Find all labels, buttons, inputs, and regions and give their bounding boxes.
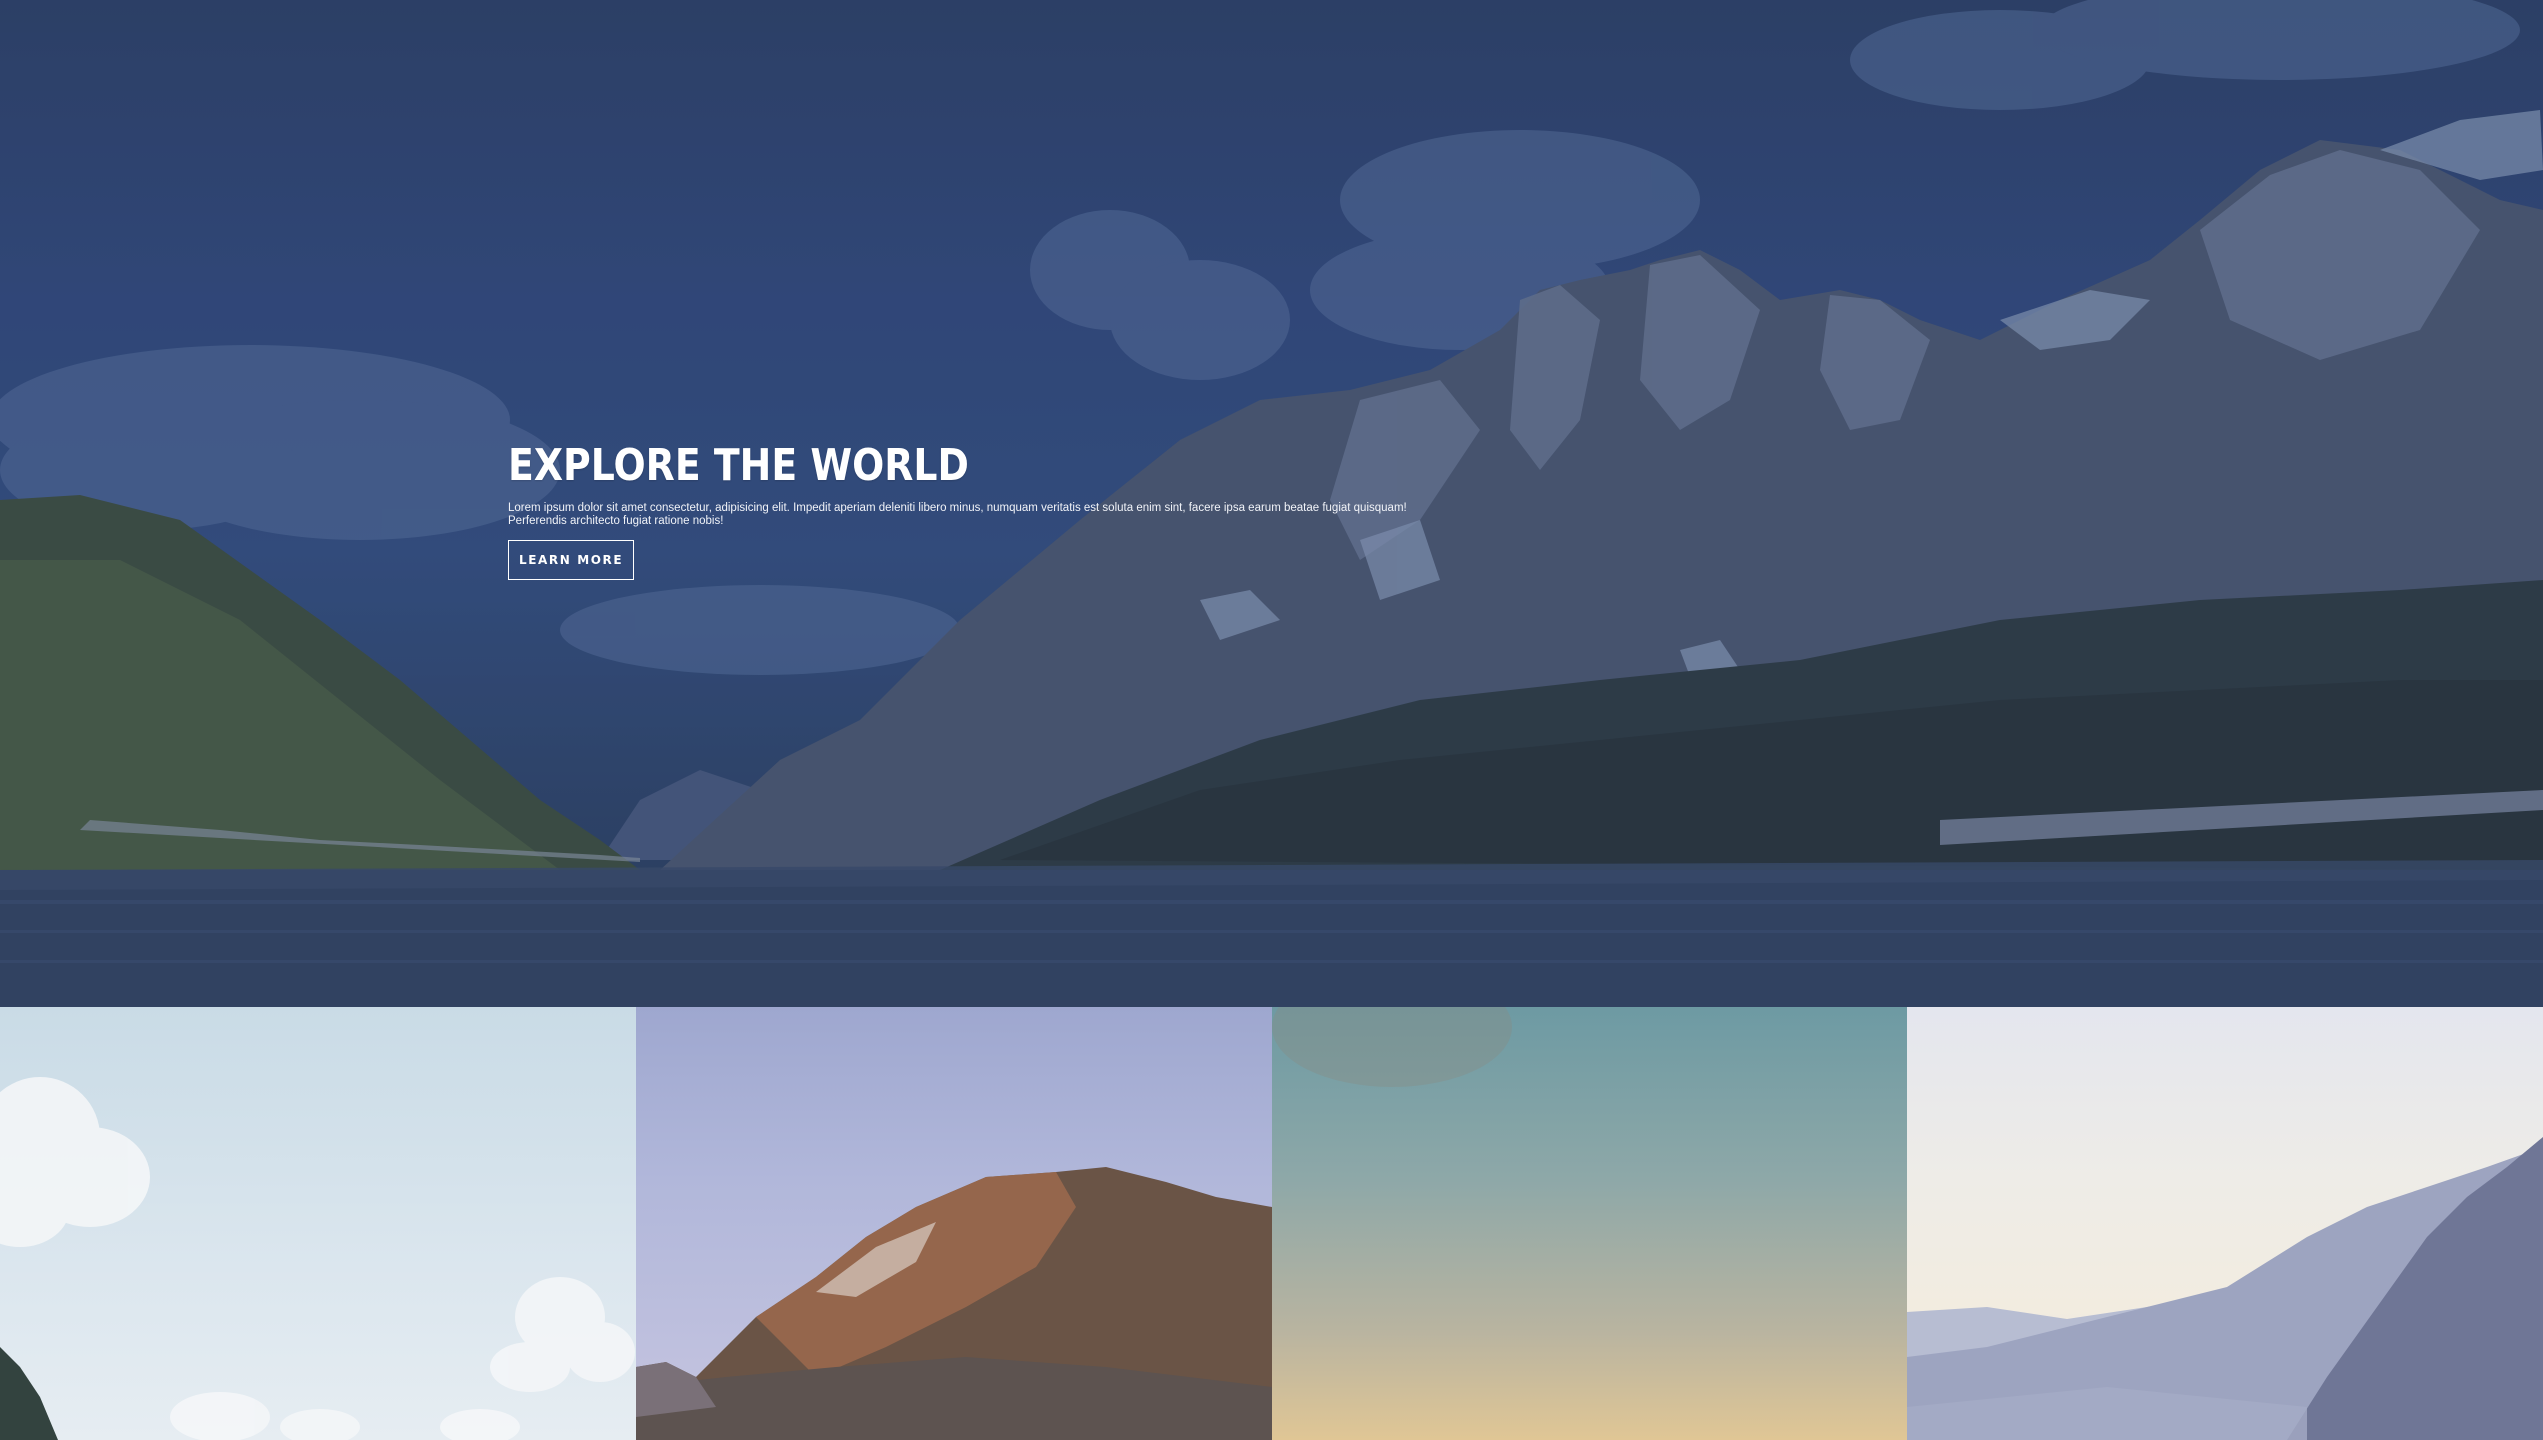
gallery-image-misty [1907,1137,2543,1440]
gallery-tile-mountain-peak[interactable] [636,1007,1272,1440]
hero-title: EXPLORE THE WORLD [508,440,969,491]
gallery-image-clouds [0,1077,635,1440]
landing-page: EXPLORE THE WORLD Lorem ipsum dolor sit … [0,0,2543,1440]
hero-content: EXPLORE THE WORLD Lorem ipsum dolor sit … [508,438,1448,580]
hero-description: Lorem ipsum dolor sit amet consectetur, … [508,502,1407,527]
gallery-tile-dusk-sky[interactable] [1272,1007,1907,1440]
hero-section: EXPLORE THE WORLD Lorem ipsum dolor sit … [0,0,2543,1007]
image-gallery [0,1007,2543,1440]
gallery-tile-sky-clouds[interactable] [0,1007,636,1440]
learn-more-button[interactable]: LEARN MORE [508,540,635,580]
gallery-tile-misty-ridges[interactable] [1907,1007,2543,1440]
gallery-image-dusk [1272,1007,1512,1087]
gallery-image-mountain [636,1167,1272,1440]
